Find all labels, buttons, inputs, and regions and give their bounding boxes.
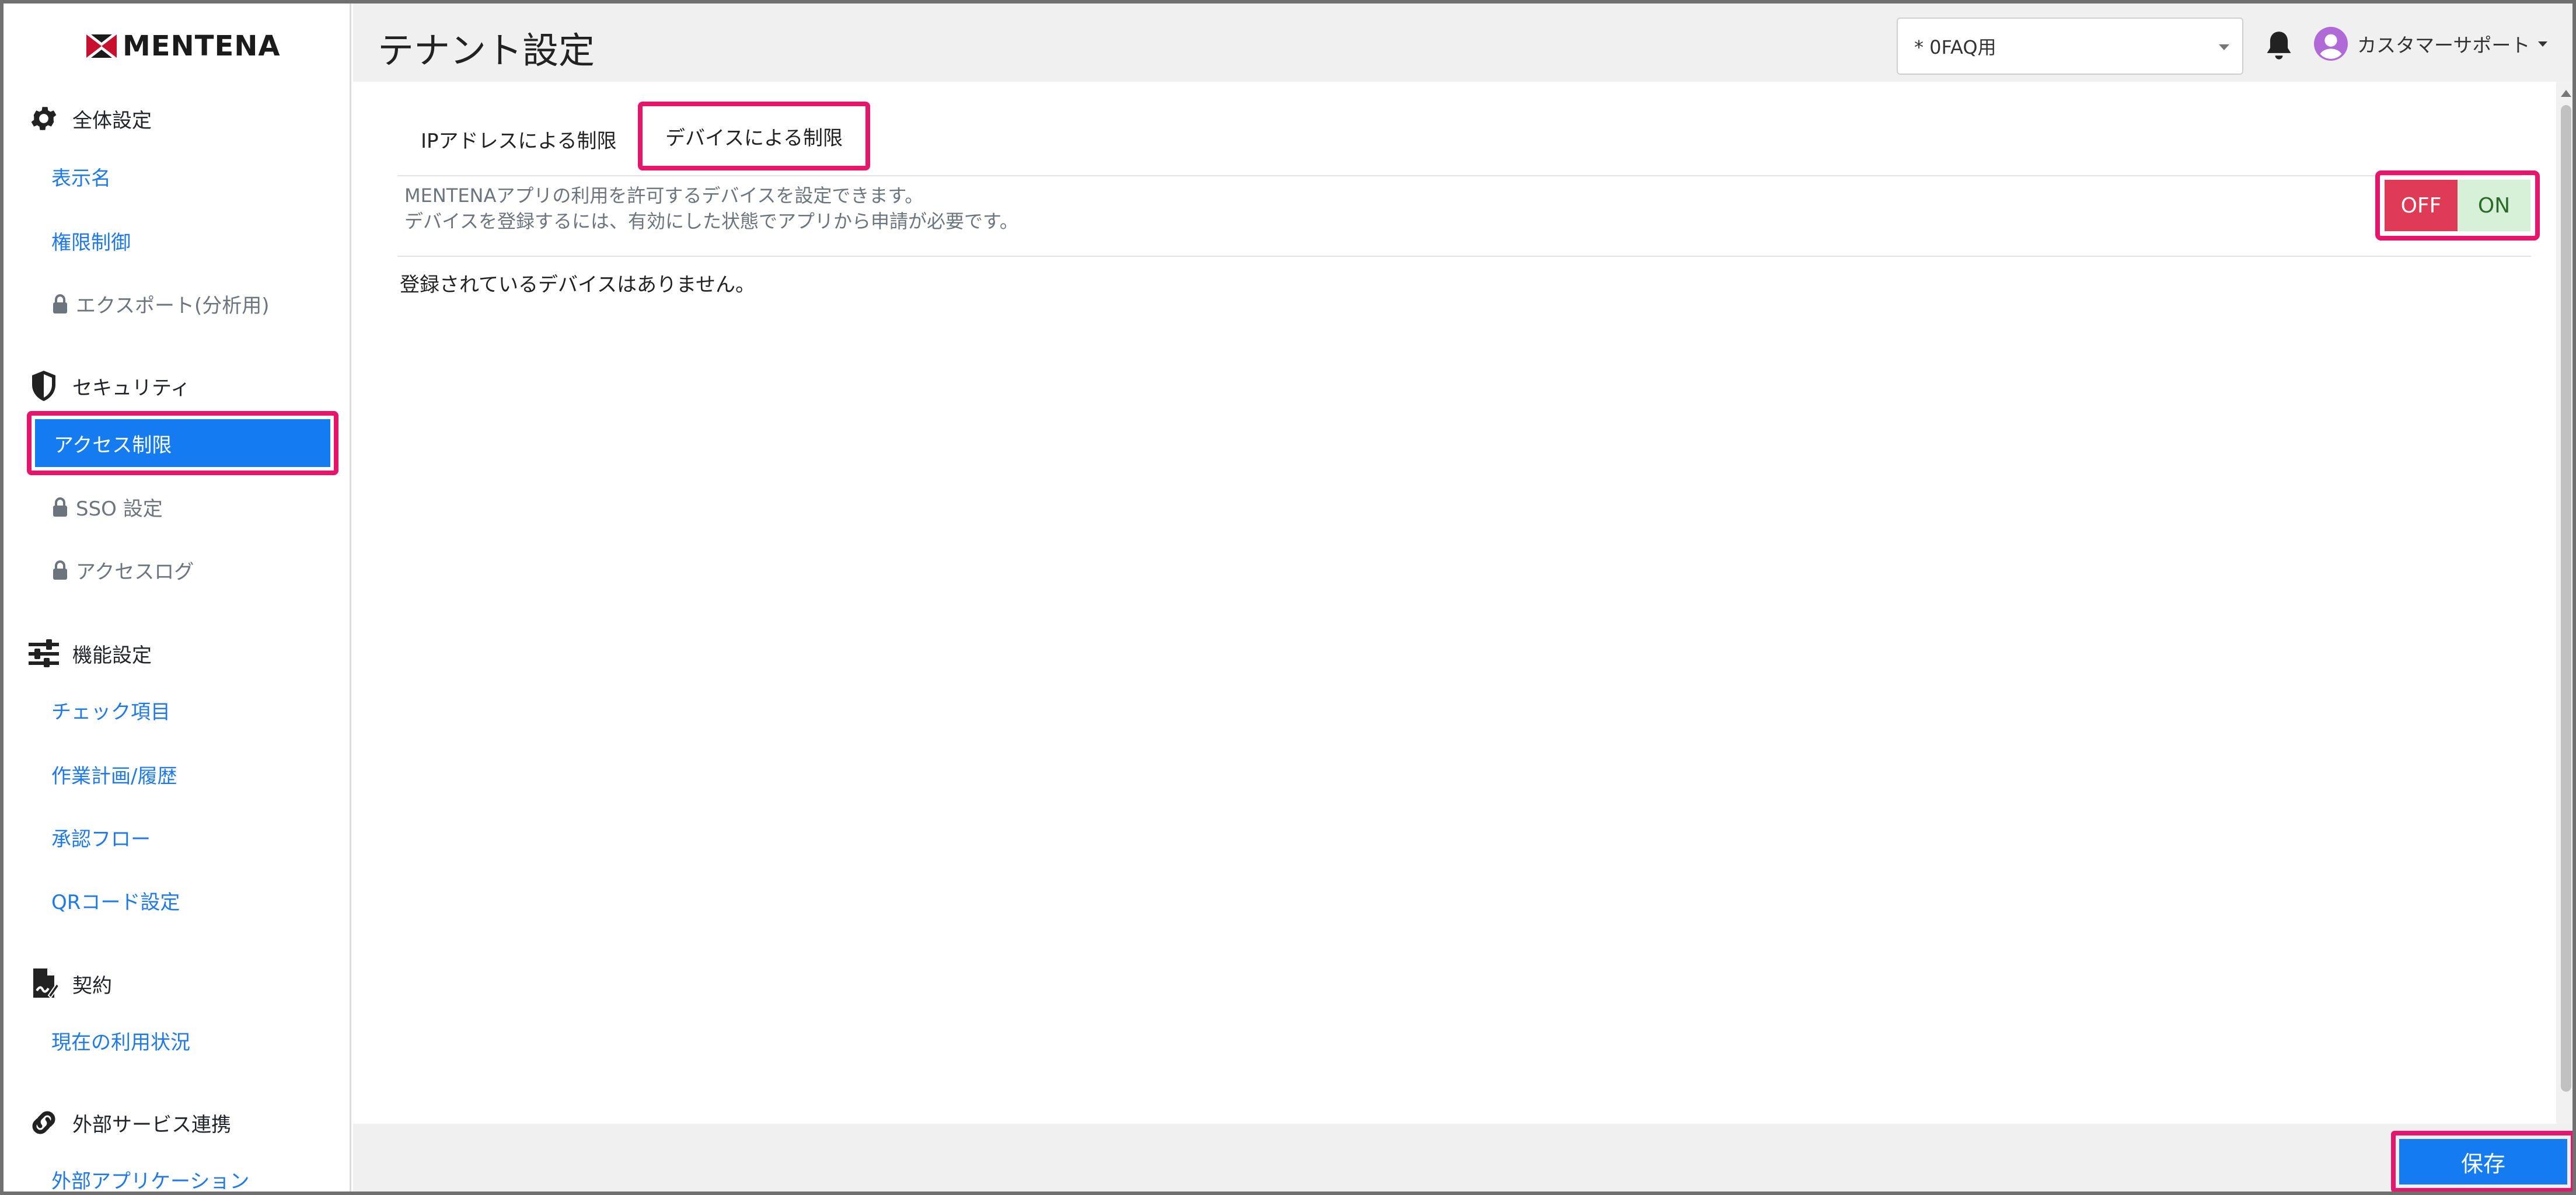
section-security: セキュリティ xyxy=(27,369,190,403)
tenant-select[interactable]: * 0FAQ用 xyxy=(1897,18,2243,75)
sidebar-item-sso[interactable]: SSO 設定 xyxy=(51,493,163,521)
description-line-1: MENTENAアプリの利用を許可するデバイスを設定できます。 xyxy=(404,184,924,207)
divider xyxy=(397,256,2531,257)
sidebar-item-export[interactable]: エクスポート(分析用) xyxy=(51,290,270,318)
bell-icon[interactable] xyxy=(2264,29,2294,62)
header: テナント設定 * 0FAQ用 カスタマーサポート xyxy=(353,4,2572,82)
sidebar-item-usage[interactable]: 現在の利用状況 xyxy=(51,1026,190,1055)
tenant-select-value: * 0FAQ用 xyxy=(1914,36,1996,58)
toggle-switch: OFF ON xyxy=(2385,180,2530,231)
sidebar-item-approval-flow[interactable]: 承認フロー xyxy=(51,823,151,852)
sidebar-item-access-log[interactable]: アクセスログ xyxy=(51,556,194,584)
main-content: IPアドレスによる制限 デバイスによる制限 MENTENAアプリの利用を許可する… xyxy=(353,82,2556,1124)
scrollbar[interactable] xyxy=(2556,82,2572,1124)
sidebar-item-check-items[interactable]: チェック項目 xyxy=(51,696,170,724)
section-title: セキュリティ xyxy=(72,376,190,400)
section-title: 全体設定 xyxy=(72,109,152,133)
scrollbar-thumb[interactable] xyxy=(2561,105,2571,1092)
sidebar-item-label: アクセス制限 xyxy=(35,419,330,467)
section-title: 機能設定 xyxy=(72,643,152,667)
page-title: テナント設定 xyxy=(378,29,595,72)
lock-icon xyxy=(53,294,67,313)
sidebar-item-work-plan[interactable]: 作業計画/履歴 xyxy=(51,760,177,789)
link-icon xyxy=(27,1106,61,1140)
user-name: カスタマーサポート xyxy=(2357,34,2530,57)
tab-label: デバイスによる制限 xyxy=(646,110,862,162)
sidebar-item-external-app[interactable]: 外部アプリケーション xyxy=(51,1165,249,1191)
sidebar-item-label: SSO 設定 xyxy=(76,497,163,521)
tab-bar: IPアドレスによる制限 デバイスによる制限 xyxy=(397,102,2522,176)
chevron-down-icon xyxy=(2538,41,2548,47)
chevron-down-icon xyxy=(2219,44,2229,50)
save-button-label: 保存 xyxy=(2399,1139,2567,1184)
section-feature-settings: 機能設定 xyxy=(27,636,152,670)
contract-icon xyxy=(27,967,61,1001)
mentena-logo-icon xyxy=(86,34,117,58)
logo[interactable]: MENTENA xyxy=(85,26,281,67)
sidebar-item-qr-code[interactable]: QRコード設定 xyxy=(51,886,180,915)
section-title: 外部サービス連携 xyxy=(72,1113,231,1137)
shield-icon xyxy=(27,369,61,403)
section-external-services: 外部サービス連携 xyxy=(27,1106,231,1140)
section-contract: 契約 xyxy=(27,967,112,1001)
lock-icon xyxy=(53,497,67,517)
empty-device-message: 登録されているデバイスはありません。 xyxy=(400,273,755,297)
scroll-up-icon[interactable] xyxy=(2561,90,2571,97)
app-window: MENTENA 全体設定 表示名 権限制御 エクスポート(分析用) セキュリティ… xyxy=(0,0,2576,1195)
sidebar-item-access-control[interactable]: アクセス制限 xyxy=(27,411,338,475)
device-restriction-toggle[interactable]: OFF ON xyxy=(2375,170,2540,241)
save-button[interactable]: 保存 xyxy=(2391,1131,2572,1191)
footer-bar: 保存 xyxy=(353,1124,2572,1191)
toggle-on-option[interactable]: ON xyxy=(2458,180,2530,231)
toggle-off-option[interactable]: OFF xyxy=(2385,180,2458,231)
avatar xyxy=(2314,27,2348,61)
section-general-settings: 全体設定 xyxy=(27,102,152,135)
tab-ip-restriction[interactable]: IPアドレスによる制限 xyxy=(421,116,617,162)
sidebar-item-label: エクスポート(分析用) xyxy=(76,294,270,318)
lock-icon xyxy=(53,560,67,580)
section-title: 契約 xyxy=(72,974,112,998)
tab-device-restriction[interactable]: デバイスによる制限 xyxy=(638,102,870,170)
gear-icon xyxy=(27,102,61,135)
logo-text: MENTENA xyxy=(123,30,281,62)
sidebar-item-permission[interactable]: 権限制御 xyxy=(51,227,131,255)
sliders-icon xyxy=(27,636,61,670)
sidebar-item-display-name[interactable]: 表示名 xyxy=(51,162,111,191)
sidebar-item-label: アクセスログ xyxy=(76,560,194,584)
user-menu[interactable]: カスタマーサポート xyxy=(2314,27,2548,61)
description-line-2: デバイスを登録するには、有効にした状態でアプリから申請が必要です。 xyxy=(404,210,1018,232)
sidebar: MENTENA 全体設定 表示名 権限制御 エクスポート(分析用) セキュリティ… xyxy=(4,4,351,1191)
